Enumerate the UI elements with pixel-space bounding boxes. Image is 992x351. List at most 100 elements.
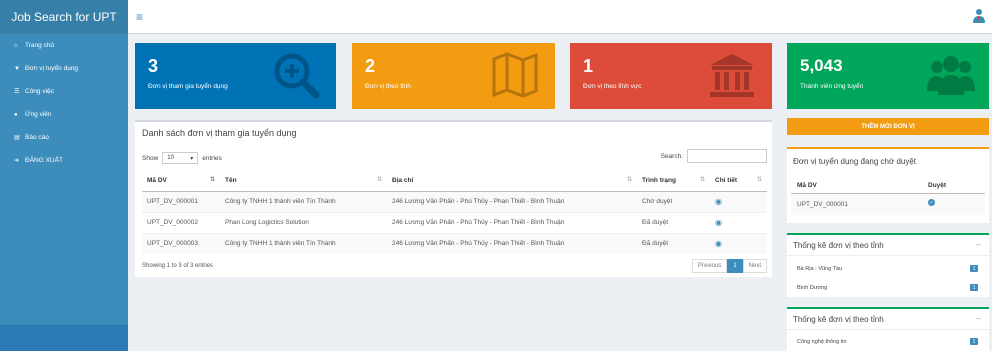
sidebar-item-home[interactable]: ⌂ Trang chủ xyxy=(0,34,128,57)
list-icon: ☰ xyxy=(14,89,20,95)
info-box-value: 2 xyxy=(365,56,376,76)
pagination: Previous 1 Next xyxy=(691,259,767,273)
cell-name: Công ty TNHH 1 thành viên Tín Thành xyxy=(220,190,387,212)
info-box-employers[interactable]: 3 Đơn vị tham gia tuyển dụng xyxy=(135,43,336,109)
collapse-icon[interactable]: – xyxy=(977,240,981,249)
show-label: Show xyxy=(142,154,159,162)
next-button[interactable]: Next xyxy=(742,259,767,273)
sort-asc-icon: ⇅ xyxy=(209,177,215,183)
sort-icon: ⇅ xyxy=(376,177,382,183)
employers-table: Mã DV ⇅ Tên ⇅ Địa chỉ ⇅ Trình trạng ⇅ Chi ti… xyxy=(142,170,767,254)
sidebar-item-label: Công việc xyxy=(25,88,54,95)
info-box-province[interactable]: 2 Đơn vị theo tỉnh xyxy=(352,43,555,109)
cell-address: 246 Lương Văn Phấn - Phú Thủy - Phan Thi… xyxy=(387,211,637,233)
count-badge: 1 xyxy=(970,284,978,291)
bank-icon xyxy=(710,54,754,97)
search-input[interactable] xyxy=(687,149,767,163)
sidebar: ⌂ Trang chủ ▼ Đơn vị tuyển dụng ☰ Công việc… xyxy=(0,34,128,351)
showing-info: Showing 1 to 3 of 3 entries xyxy=(142,263,214,269)
sort-icon: ⇅ xyxy=(699,177,705,183)
column-header-approve: Duyệt xyxy=(928,182,947,189)
table-row: UPT_DV_000002 Phan Long Logictics Soluti… xyxy=(142,211,767,233)
table-row: UPT_DV_000001 Công ty TNHH 1 thành viên … xyxy=(142,190,767,212)
sidebar-item-reports[interactable]: ▤ Báo cáo xyxy=(0,126,128,149)
page-size-control: Show 10 ▾ entries xyxy=(142,152,222,164)
cell-id: UPT_DV_000003 xyxy=(142,232,220,254)
cell-name: Công ty TNHH 1 thành viên Tín Thành xyxy=(220,232,387,254)
info-box-label: Thành viên ứng tuyển xyxy=(800,83,864,90)
box-title: Đơn vị tuyển dụng đang chờ duyệt xyxy=(793,157,917,166)
employers-table-box: Danh sách đơn vị tham gia tuyển dụng Sho… xyxy=(135,120,772,277)
divider xyxy=(787,255,989,256)
sidebar-item-label: ĐĂNG XUẤT xyxy=(25,157,63,164)
app-brand[interactable]: Job Search for UPT xyxy=(0,0,128,34)
chevron-down-icon: ▾ xyxy=(190,155,194,162)
table-search: Search: xyxy=(661,149,767,163)
column-header-name[interactable]: Tên ⇅ xyxy=(220,170,387,192)
divider xyxy=(791,193,985,194)
table-row: UPT_DV_000001 ✓ xyxy=(791,195,985,215)
page-size-value: 10 xyxy=(167,155,174,161)
cell-id: UPT_DV_000001 xyxy=(142,190,220,212)
cell-name: Phan Long Logictics Solution xyxy=(220,211,387,233)
field-stats-box: Thống kê đơn vị theo tỉnh – Công nghệ th… xyxy=(787,307,989,351)
stat-item-label: Bình Dương xyxy=(797,285,828,291)
sidebar-item-employers[interactable]: ▼ Đơn vị tuyển dụng xyxy=(0,57,128,80)
pending-approval-box: Đơn vị tuyển dụng đang chờ duyệt Mã DV D… xyxy=(787,147,989,223)
cell-id: UPT_DV_000002 xyxy=(142,211,220,233)
approve-check-icon[interactable]: ✓ xyxy=(928,199,935,206)
column-header-address[interactable]: Địa chỉ ⇅ xyxy=(387,170,637,192)
info-box-value: 1 xyxy=(583,56,594,76)
info-box-field[interactable]: 1 Đơn vị theo lĩnh vực xyxy=(570,43,772,109)
sort-icon: ⇅ xyxy=(626,177,632,183)
column-header-id: Mã DV xyxy=(797,182,817,189)
sidebar-item-label: Báo cáo xyxy=(25,134,49,141)
logout-icon: ➜ xyxy=(14,158,20,164)
add-employer-button[interactable]: THÊM MỚI ĐƠN VỊ xyxy=(787,118,989,135)
sidebar-item-logout[interactable]: ➜ ĐĂNG XUẤT xyxy=(0,149,128,172)
eye-icon[interactable]: ◉ xyxy=(715,239,722,248)
home-icon: ⌂ xyxy=(14,42,18,49)
menu-toggle-icon[interactable]: ≡ xyxy=(136,10,143,24)
box-title: Danh sách đơn vị tham gia tuyển dụng xyxy=(142,128,297,138)
collapse-icon[interactable]: – xyxy=(977,314,981,323)
sidebar-footer xyxy=(0,325,128,351)
info-box-value: 3 xyxy=(148,56,159,76)
column-header-detail[interactable]: Chi tiết ⇅ xyxy=(710,170,767,192)
page-size-select[interactable]: 10 ▾ xyxy=(162,152,199,164)
sidebar-item-label: Trang chủ xyxy=(25,42,55,49)
page-1-button[interactable]: 1 xyxy=(727,259,743,273)
map-icon xyxy=(492,52,538,98)
stat-item-label: Bà Rịa - Vũng Tàu xyxy=(797,266,843,272)
cell-address: 246 Lương Văn Phấn - Phú Thủy - Phan Thi… xyxy=(387,232,637,254)
search-plus-icon xyxy=(274,53,320,99)
cell-status: Đã duyệt xyxy=(637,232,710,254)
entries-label: entries xyxy=(202,154,222,162)
info-box-members[interactable]: 5,043 Thành viên ứng tuyển xyxy=(787,43,989,109)
info-box-label: Đơn vị theo lĩnh vực xyxy=(583,83,642,90)
cell-id: UPT_DV_000001 xyxy=(797,201,848,208)
sidebar-item-label: Ứng viên xyxy=(25,111,52,118)
user-icon[interactable] xyxy=(972,8,986,24)
filter-icon: ▼ xyxy=(14,65,20,72)
users-icon: ● xyxy=(14,111,18,118)
info-box-label: Đơn vị theo tỉnh xyxy=(365,83,411,90)
column-header-status[interactable]: Trình trạng ⇅ xyxy=(637,170,710,192)
sidebar-item-label: Đơn vị tuyển dụng xyxy=(25,65,79,72)
eye-icon[interactable]: ◉ xyxy=(715,197,722,206)
sidebar-item-candidates[interactable]: ● Ứng viên xyxy=(0,103,128,126)
box-title: Thống kê đơn vị theo tỉnh xyxy=(793,315,884,324)
stat-item-label: Công nghệ thông tin xyxy=(797,339,847,345)
cell-status: Đã duyệt xyxy=(637,211,710,233)
users-icon xyxy=(927,56,975,95)
search-label: Search: xyxy=(660,152,683,160)
count-badge: 1 xyxy=(970,265,978,272)
top-navbar: ≡ xyxy=(128,0,992,34)
info-box-value: 5,043 xyxy=(800,56,843,75)
previous-button[interactable]: Previous xyxy=(691,259,728,273)
divider xyxy=(787,329,989,330)
province-stats-box: Thống kê đơn vị theo tỉnh – Bà Rịa - Vũn… xyxy=(787,233,989,297)
column-header-id[interactable]: Mã DV ⇅ xyxy=(142,170,220,192)
sidebar-item-jobs[interactable]: ☰ Công việc xyxy=(0,80,128,103)
eye-icon[interactable]: ◉ xyxy=(715,218,722,227)
